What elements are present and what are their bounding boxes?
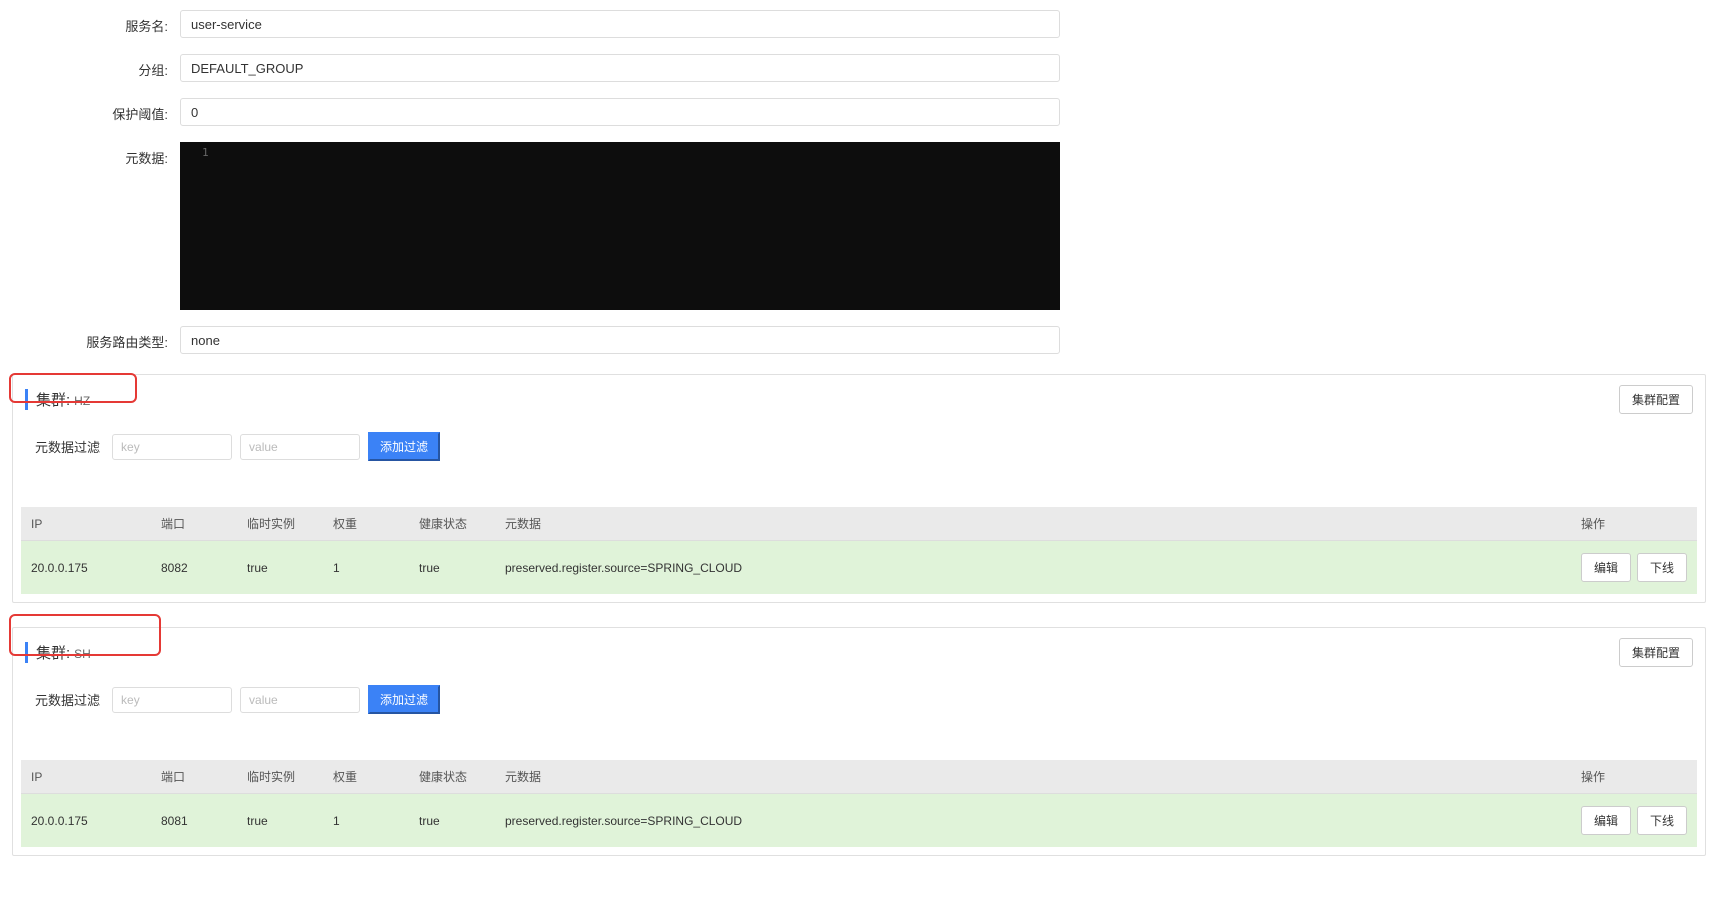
- table-row: 20.0.0.175 8082 true 1 true preserved.re…: [21, 541, 1697, 595]
- filter-key-input[interactable]: [112, 434, 232, 460]
- th-health: 健康状态: [409, 760, 495, 794]
- metadata-filter-row: 元数据过滤 添加过滤: [13, 418, 1705, 461]
- instance-table: IP 端口 临时实例 权重 健康状态 元数据 操作 20.0.0.175 808…: [21, 507, 1697, 594]
- cluster-title: 集群: SH: [25, 642, 91, 663]
- cluster-card: 集群: SH 集群配置 元数据过滤 添加过滤 IP 端口 临时实例 权重 健康状…: [12, 627, 1706, 856]
- add-filter-button[interactable]: 添加过滤: [368, 685, 440, 714]
- cell-port: 8082: [151, 541, 237, 595]
- cluster-title-label: 集群:: [36, 642, 70, 663]
- add-filter-button[interactable]: 添加过滤: [368, 432, 440, 461]
- th-health: 健康状态: [409, 507, 495, 541]
- th-ip: IP: [21, 760, 151, 794]
- instance-table: IP 端口 临时实例 权重 健康状态 元数据 操作 20.0.0.175 808…: [21, 760, 1697, 847]
- group-label: 分组:: [0, 54, 180, 79]
- th-temp: 临时实例: [237, 760, 323, 794]
- offline-button[interactable]: 下线: [1637, 553, 1687, 582]
- service-form: 服务名: 分组: 保护阈值: 元数据: 1 服务路由类型:: [0, 10, 1060, 354]
- protect-threshold-label: 保护阈值:: [0, 98, 180, 123]
- th-ops: 操作: [1571, 507, 1697, 541]
- cell-ip: 20.0.0.175: [21, 541, 151, 595]
- th-port: 端口: [151, 760, 237, 794]
- th-port: 端口: [151, 507, 237, 541]
- th-weight: 权重: [323, 760, 409, 794]
- edit-button[interactable]: 编辑: [1581, 806, 1631, 835]
- th-meta: 元数据: [495, 507, 1571, 541]
- cell-ip: 20.0.0.175: [21, 794, 151, 848]
- cell-weight: 1: [323, 794, 409, 848]
- metadata-filter-label: 元数据过滤: [35, 437, 100, 456]
- cell-weight: 1: [323, 541, 409, 595]
- protect-threshold-input[interactable]: [180, 98, 1060, 126]
- cluster-title-label: 集群:: [36, 389, 70, 410]
- cell-meta: preserved.register.source=SPRING_CLOUD: [495, 541, 1571, 595]
- service-name-label: 服务名:: [0, 10, 180, 35]
- cell-health: true: [409, 794, 495, 848]
- group-input[interactable]: [180, 54, 1060, 82]
- filter-value-input[interactable]: [240, 687, 360, 713]
- route-type-input[interactable]: [180, 326, 1060, 354]
- table-row: 20.0.0.175 8081 true 1 true preserved.re…: [21, 794, 1697, 848]
- cell-temp: true: [237, 541, 323, 595]
- th-weight: 权重: [323, 507, 409, 541]
- route-type-label: 服务路由类型:: [0, 326, 180, 351]
- service-name-input[interactable]: [180, 10, 1060, 38]
- offline-button[interactable]: 下线: [1637, 806, 1687, 835]
- th-ip: IP: [21, 507, 151, 541]
- cell-port: 8081: [151, 794, 237, 848]
- metadata-filter-label: 元数据过滤: [35, 690, 100, 709]
- th-temp: 临时实例: [237, 507, 323, 541]
- edit-button[interactable]: 编辑: [1581, 553, 1631, 582]
- editor-line-number: 1: [202, 146, 209, 159]
- cluster-title: 集群: HZ: [25, 389, 90, 410]
- cluster-name: SH: [74, 647, 91, 661]
- metadata-filter-row: 元数据过滤 添加过滤: [13, 671, 1705, 714]
- metadata-label: 元数据:: [0, 142, 180, 167]
- filter-key-input[interactable]: [112, 687, 232, 713]
- th-meta: 元数据: [495, 760, 1571, 794]
- cluster-config-button[interactable]: 集群配置: [1619, 638, 1693, 667]
- cell-health: true: [409, 541, 495, 595]
- th-ops: 操作: [1571, 760, 1697, 794]
- cluster-card: 集群: HZ 集群配置 元数据过滤 添加过滤 IP 端口 临时实例 权重 健康状…: [12, 374, 1706, 603]
- metadata-editor[interactable]: 1: [180, 142, 1060, 310]
- cell-meta: preserved.register.source=SPRING_CLOUD: [495, 794, 1571, 848]
- filter-value-input[interactable]: [240, 434, 360, 460]
- cluster-name: HZ: [74, 394, 90, 408]
- cell-temp: true: [237, 794, 323, 848]
- cluster-config-button[interactable]: 集群配置: [1619, 385, 1693, 414]
